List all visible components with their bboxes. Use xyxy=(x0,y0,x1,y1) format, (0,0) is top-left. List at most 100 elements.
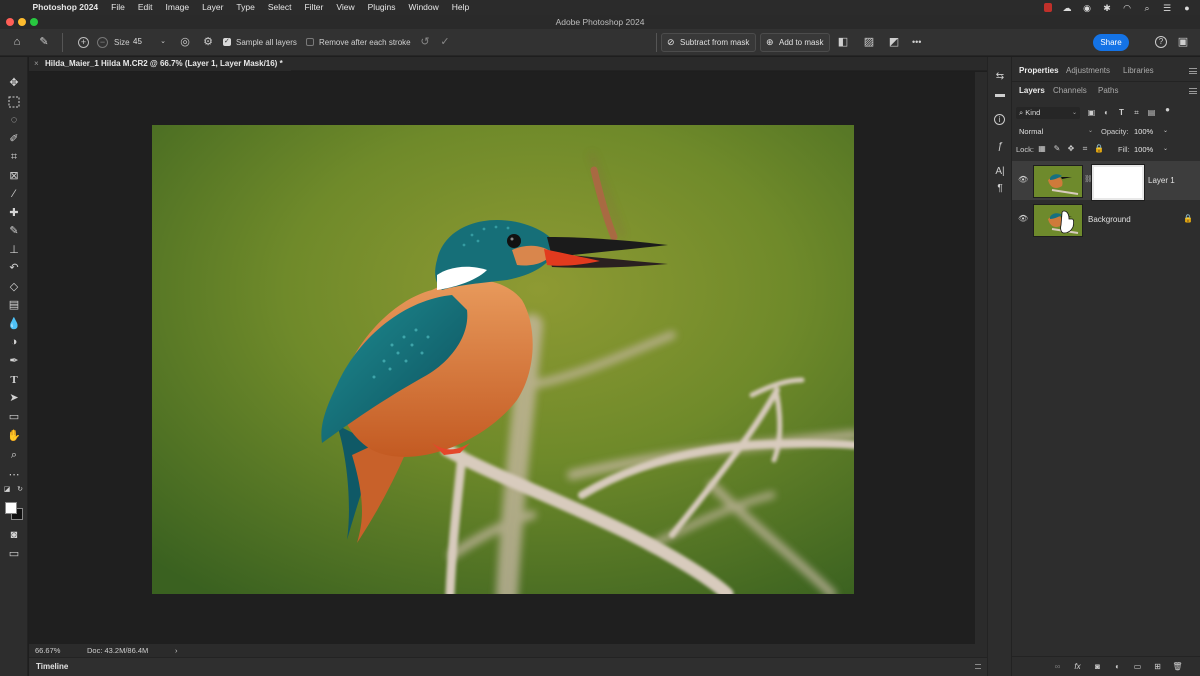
fill-chevron-down-icon[interactable]: ⌄ xyxy=(1160,144,1171,155)
delete-layer-icon[interactable]: 🗑 xyxy=(1172,661,1183,672)
menu-app-name[interactable]: Photoshop 2024 xyxy=(26,0,105,15)
subtract-from-mask-button[interactable]: ⊘ Subtract from mask xyxy=(661,33,757,52)
commit-checkmark-icon[interactable]: ✓ xyxy=(438,35,452,49)
swap-colors-icon[interactable]: ↻ xyxy=(15,485,25,495)
search-icon[interactable]: ⌕ xyxy=(1142,3,1152,13)
layer-style-fx-icon[interactable]: fx xyxy=(1072,661,1083,672)
filter-smart-object-icon[interactable]: ▤ xyxy=(1146,107,1157,118)
status-arrow-icon[interactable]: › xyxy=(175,644,178,657)
layer-name[interactable]: Layer 1 xyxy=(1148,161,1175,200)
healing-brush-tool-icon[interactable]: ✚ xyxy=(6,205,22,221)
layer-filter-kind-select[interactable]: ⌕ Kind ⌄ xyxy=(1016,107,1080,119)
more-tools-icon[interactable]: ⋯ xyxy=(6,467,22,483)
menu-type[interactable]: Type xyxy=(230,0,261,15)
quick-mask-icon[interactable]: ◙ xyxy=(6,527,22,543)
marquee-tool-icon[interactable] xyxy=(6,94,22,110)
visibility-eye-icon[interactable]: 👁 xyxy=(1018,214,1028,224)
menu-view[interactable]: View xyxy=(330,0,361,15)
size-chevron-down-icon[interactable]: ⌄ xyxy=(156,35,170,49)
filter-adjustment-icon[interactable]: ◐ xyxy=(1101,107,1112,118)
move-tool-icon[interactable]: ✥ xyxy=(6,75,22,91)
fx-panel-icon[interactable]: ƒ xyxy=(993,140,1007,154)
character-panel-icon[interactable]: A| xyxy=(993,165,1007,179)
more-options-button[interactable]: ••• xyxy=(912,29,921,56)
add-to-mask-button[interactable]: ⊕ Add to mask xyxy=(760,33,831,52)
menu-layer[interactable]: Layer xyxy=(196,0,230,15)
eyedropper-tool-icon[interactable]: ⁄ xyxy=(6,186,22,202)
layer-row-layer-1[interactable]: 👁 ⛓ Layer 1 xyxy=(1012,161,1200,201)
layers-menu-icon[interactable] xyxy=(1189,88,1197,94)
media-icon[interactable]: ◉ xyxy=(1082,3,1092,13)
new-group-icon[interactable]: ▭ xyxy=(1132,661,1143,672)
info-panel-icon[interactable]: i xyxy=(994,114,1005,125)
cancel-icon[interactable]: ↺ xyxy=(418,35,432,49)
layer-thumbnail[interactable] xyxy=(1033,204,1083,237)
tab-channels[interactable]: Channels xyxy=(1053,83,1087,99)
menu-edit[interactable]: Edit xyxy=(131,0,159,15)
new-layer-icon[interactable]: ⊞ xyxy=(1152,661,1163,672)
comments-panel-icon[interactable]: ▬ xyxy=(993,88,1007,102)
mask-link-icon[interactable]: ⛓ xyxy=(1084,175,1093,185)
canvas-area[interactable] xyxy=(29,72,975,644)
menu-help[interactable]: Help xyxy=(445,0,475,15)
layer-thumbnail[interactable] xyxy=(1033,165,1083,198)
menu-plugins[interactable]: Plugins xyxy=(361,0,402,15)
path-selection-tool-icon[interactable]: ➤ xyxy=(6,390,22,406)
blur-tool-icon[interactable]: 💧 xyxy=(6,316,22,332)
filter-type-icon[interactable]: T xyxy=(1116,107,1127,118)
menu-filter[interactable]: Filter xyxy=(298,0,330,15)
control-center-icon[interactable]: ☰ xyxy=(1162,3,1172,13)
siri-icon[interactable]: ● xyxy=(1182,3,1192,13)
opacity-chevron-down-icon[interactable]: ⌄ xyxy=(1160,126,1171,137)
clear-mask-icon[interactable]: ▨ xyxy=(862,35,876,49)
visibility-eye-icon[interactable]: 👁 xyxy=(1018,175,1028,185)
add-mask-button-icon[interactable]: ◙ xyxy=(1092,661,1103,672)
brush-pressure-icon[interactable]: ◎ xyxy=(178,35,192,49)
lasso-tool-icon[interactable]: ◌ xyxy=(6,112,22,128)
tab-adjustments[interactable]: Adjustments xyxy=(1066,63,1110,79)
frame-tool-icon[interactable]: ⊠ xyxy=(6,168,22,184)
filter-toggle-icon[interactable]: ● xyxy=(1162,104,1173,115)
lock-all-icon[interactable]: 🔒 xyxy=(1094,144,1104,154)
gear-icon[interactable]: ⚙ xyxy=(201,35,215,49)
layer-name[interactable]: Background xyxy=(1088,200,1131,239)
help-icon[interactable]: ? xyxy=(1155,36,1167,48)
lock-image-icon[interactable]: ✎ xyxy=(1052,144,1062,154)
zoom-tool-icon[interactable]: ⌕ xyxy=(6,447,22,463)
type-tool-icon[interactable]: T xyxy=(6,372,22,388)
invert-mask-icon[interactable]: ◧ xyxy=(836,35,850,49)
creative-cloud-icon[interactable]: ☁ xyxy=(1062,3,1072,13)
screen-mode-icon[interactable]: ▭ xyxy=(6,546,22,562)
tab-properties[interactable]: Properties xyxy=(1019,63,1059,79)
zoom-level[interactable]: 66.67% xyxy=(35,644,60,657)
blend-mode-select[interactable]: Normal ⌄ xyxy=(1016,125,1096,138)
share-button[interactable]: Share xyxy=(1093,34,1129,51)
default-colors-icon[interactable]: ◪ xyxy=(2,485,12,495)
timeline-menu-icon[interactable] xyxy=(975,664,981,669)
clone-stamp-tool-icon[interactable]: ⊥ xyxy=(6,242,22,258)
remove-tool-icon[interactable]: ✎ xyxy=(37,35,51,49)
opacity-input[interactable]: 100% xyxy=(1134,125,1153,138)
lock-position-icon[interactable]: ✥ xyxy=(1066,144,1076,154)
menu-file[interactable]: File xyxy=(105,0,132,15)
quick-selection-tool-icon[interactable]: ✐ xyxy=(6,131,22,147)
eraser-tool-icon[interactable]: ◇ xyxy=(6,279,22,295)
pen-tool-icon[interactable]: ✒ xyxy=(6,353,22,369)
brush-subtract-mode-icon[interactable]: − xyxy=(97,37,108,48)
fill-input[interactable]: 100% xyxy=(1134,143,1153,156)
brush-add-mode-icon[interactable]: + xyxy=(78,37,89,48)
history-brush-tool-icon[interactable]: ↶ xyxy=(6,260,22,276)
paragraph-panel-icon[interactable]: ¶ xyxy=(993,182,1007,196)
lock-artboard-icon[interactable]: ⌗ xyxy=(1080,144,1090,154)
refine-mask-icon[interactable]: ◩ xyxy=(887,35,901,49)
vertical-scrollbar[interactable] xyxy=(975,72,987,644)
record-icon[interactable] xyxy=(1044,3,1052,12)
document-tab[interactable]: × Hilda_Maier_1 Hilda M.CR2 @ 66.7% (Lay… xyxy=(29,57,291,71)
new-adjustment-layer-icon[interactable]: ◐ xyxy=(1112,661,1123,672)
remove-after-stroke-checkbox[interactable] xyxy=(306,38,314,46)
history-panel-icon[interactable]: ⇆ xyxy=(993,70,1007,84)
tab-layers[interactable]: Layers xyxy=(1019,83,1045,99)
crop-tool-icon[interactable]: ⌗ xyxy=(6,149,22,165)
close-tab-icon[interactable]: × xyxy=(34,57,39,71)
brush-tool-icon[interactable]: ✎ xyxy=(6,223,22,239)
